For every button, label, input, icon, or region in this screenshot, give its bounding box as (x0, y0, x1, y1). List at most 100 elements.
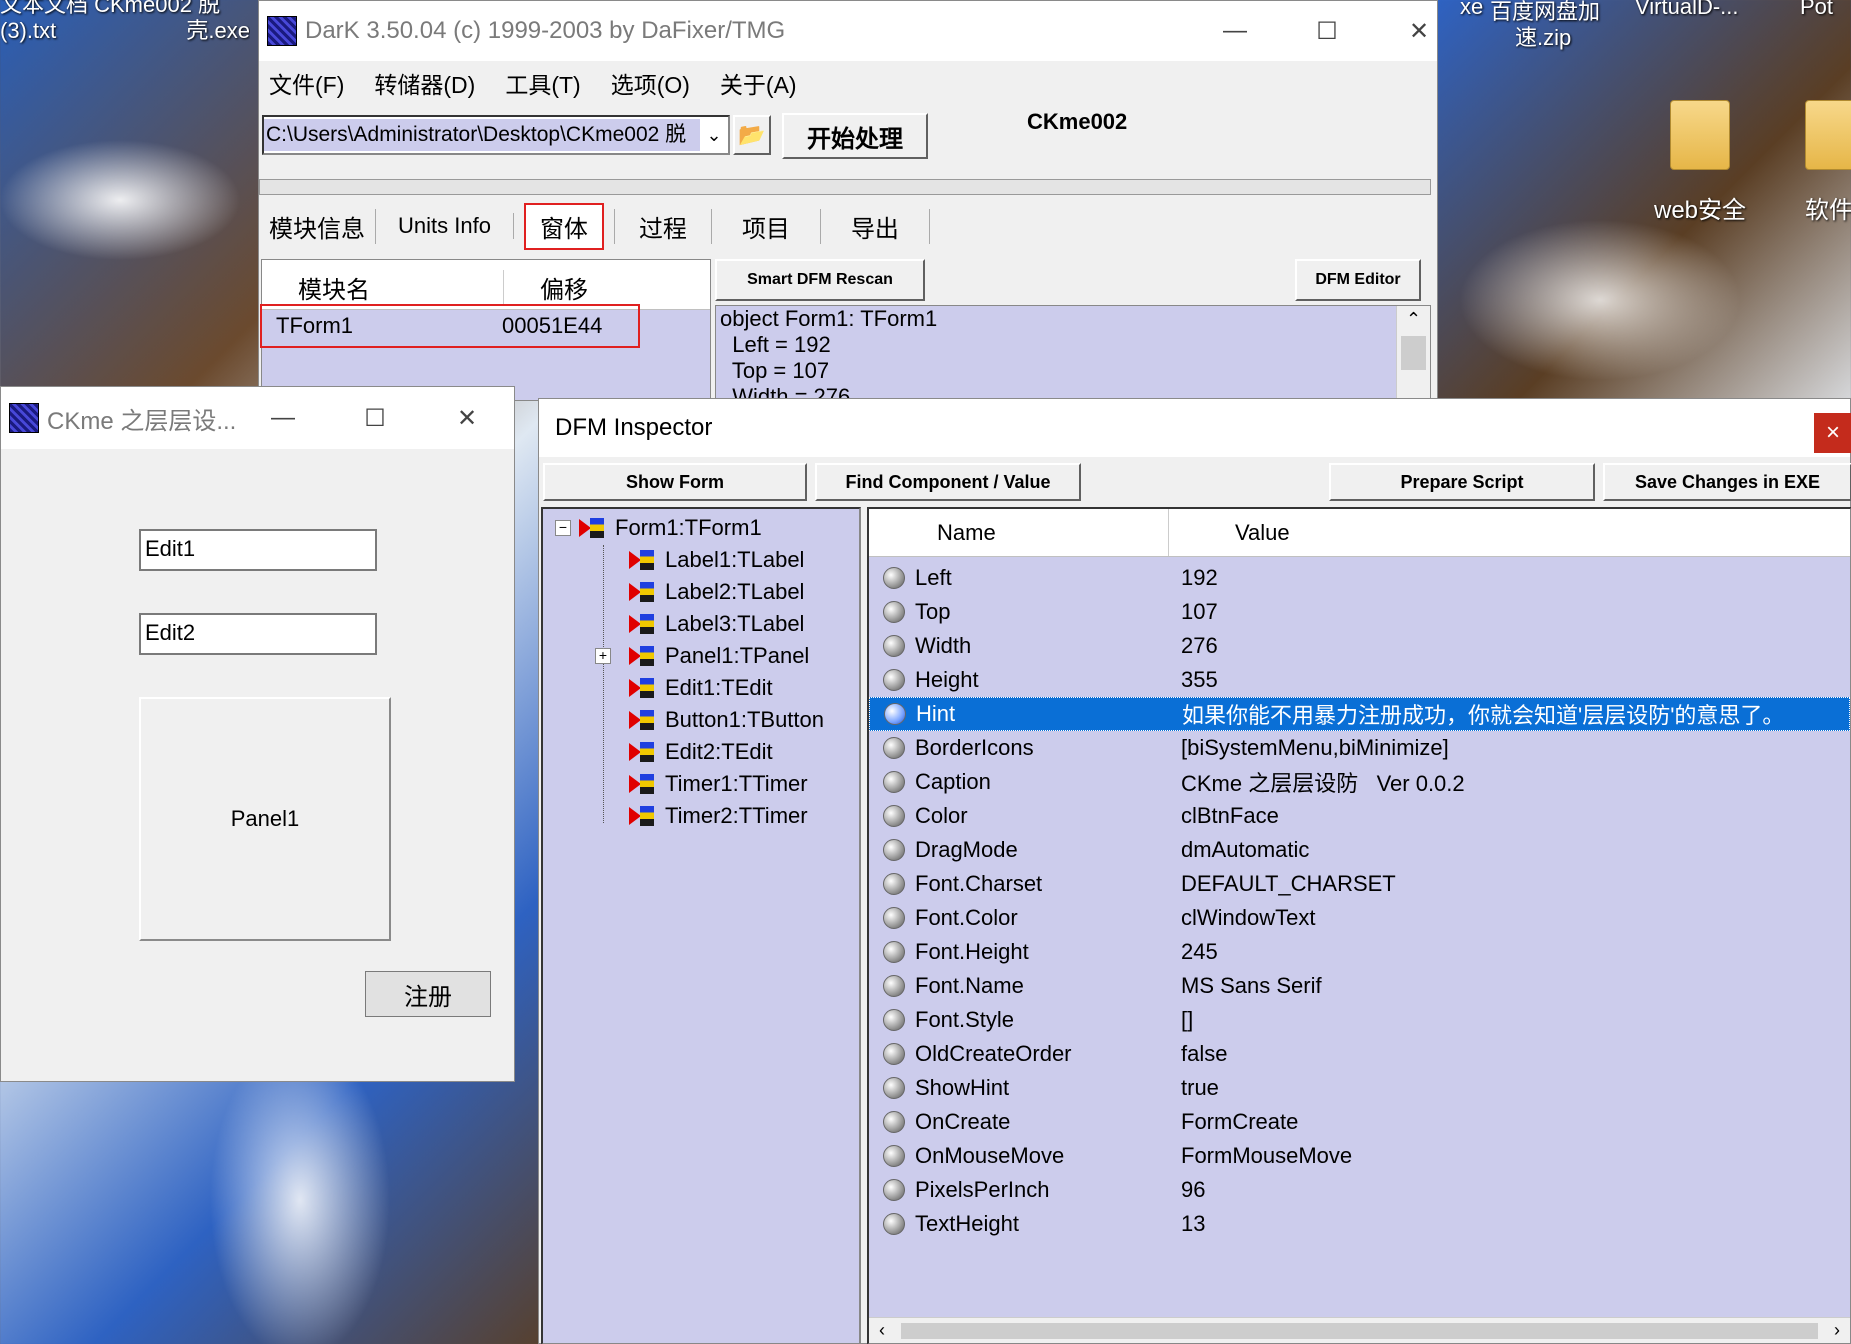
find-component-button[interactable]: Find Component / Value (815, 463, 1081, 501)
path-combobox[interactable]: C:\Users\Administrator\Desktop\CKme002 脱… (262, 115, 730, 155)
inspector-titlebar[interactable]: DFM Inspector × (539, 399, 1851, 457)
tree-item-label: Button1:TButton (665, 707, 824, 732)
dark-titlebar[interactable]: DarK 3.50.04 (c) 1999-2003 by DaFixer/TM… (259, 1, 1437, 61)
tree-item[interactable]: − Form1:TForm1 (555, 513, 762, 543)
property-row[interactable]: DragMode dmAutomatic (869, 833, 1850, 867)
open-folder-button[interactable]: 📂 (733, 115, 771, 155)
component-icon (629, 771, 655, 797)
menu-tools[interactable]: 工具(T) (505, 66, 580, 100)
tab-module-info[interactable]: 模块信息 (259, 208, 376, 244)
forms-table: 模块名 偏移 TForm1 00051E44 (260, 259, 711, 401)
property-row[interactable]: PixelsPerInch 96 (869, 1173, 1850, 1207)
maximize-icon[interactable]: ☐ (329, 387, 421, 449)
register-button[interactable]: 注册 (365, 971, 491, 1017)
start-process-button[interactable]: 开始处理 (782, 113, 928, 159)
property-icon (883, 1043, 905, 1065)
chevron-right-icon[interactable]: › (1824, 1320, 1850, 1341)
tree-item[interactable]: Timer1:TTimer (629, 769, 808, 799)
dfm-editor-button[interactable]: DFM Editor (1295, 259, 1421, 301)
close-icon[interactable]: ✕ (1373, 1, 1465, 61)
property-row[interactable]: Font.Style[] (869, 1003, 1850, 1037)
property-value: FormMouseMove (1181, 1143, 1353, 1168)
property-row[interactable]: ShowHint true (869, 1071, 1850, 1105)
header-value[interactable]: Value (1169, 520, 1290, 546)
menu-options[interactable]: 选项(O) (611, 66, 690, 100)
property-row[interactable]: Color clBtnFace (869, 799, 1850, 833)
tree-item-label: Timer1:TTimer (665, 771, 808, 796)
ckme-window: CKme 之层层设... — ☐ ✕ Edit1 Edit2 Panel1 注册 (0, 386, 515, 1082)
desktop-icon-software[interactable]: 软件 (1795, 100, 1851, 230)
tab-procedures[interactable]: 过程 (613, 208, 712, 244)
collapse-icon[interactable]: − (555, 520, 571, 536)
property-row[interactable]: Font.Charset DEFAULT_CHARSET (869, 867, 1850, 901)
property-value: 245 (1181, 939, 1218, 964)
property-row[interactable]: OnCreate FormCreate (869, 1105, 1850, 1139)
property-row[interactable]: Width 276 (869, 629, 1850, 663)
chevron-down-icon[interactable]: ⌄ (700, 125, 728, 146)
menu-about[interactable]: 关于(A) (720, 66, 797, 100)
tab-project[interactable]: 项目 (712, 208, 821, 244)
property-row[interactable]: OnMouseMove FormMouseMove (869, 1139, 1850, 1173)
menu-file[interactable]: 文件(F) (269, 66, 344, 100)
expand-icon[interactable]: + (595, 648, 611, 664)
chevron-up-icon[interactable]: ⌃ (1397, 306, 1430, 332)
header-module-name[interactable]: 模块名 (262, 270, 504, 305)
ckme-title: CKme 之层层设... (47, 407, 237, 435)
tab-forms[interactable]: 窗体 (523, 202, 604, 250)
chevron-left-icon[interactable]: ‹ (869, 1320, 895, 1341)
desktop-label-pot: Pot (1800, 0, 1834, 19)
dfm-scrollbar[interactable]: ⌃ (1396, 306, 1430, 400)
property-row[interactable]: OldCreateOrder false (869, 1037, 1850, 1071)
tree-item-label: Label1:TLabel (665, 547, 805, 572)
maximize-icon[interactable]: ☐ (1281, 1, 1373, 61)
ckme-titlebar[interactable]: CKme 之层层设... — ☐ ✕ (1, 387, 514, 449)
scrollbar-thumb[interactable] (1401, 336, 1426, 370)
property-row[interactable]: Height 355 (869, 663, 1850, 697)
property-row[interactable]: Top 107 (869, 595, 1850, 629)
property-value: MS Sans Serif (1181, 973, 1322, 998)
header-offset[interactable]: 偏移 (504, 270, 588, 305)
property-row[interactable]: Font.Height 245 (869, 935, 1850, 969)
edit1-input[interactable]: Edit1 (139, 529, 377, 571)
tree-item[interactable]: Label1:TLabel (629, 545, 804, 575)
property-icon (883, 669, 905, 691)
dfm-inspector-window: DFM Inspector × Show Form Find Component… (538, 398, 1851, 1344)
prepare-script-button[interactable]: Prepare Script (1329, 463, 1595, 501)
smart-dfm-rescan-button[interactable]: Smart DFM Rescan (715, 259, 925, 301)
desktop-icon-web[interactable]: web安全 (1640, 100, 1760, 230)
property-row[interactable]: BorderIcons [biSystemMenu,biMinimize] (869, 731, 1850, 765)
desktop-label-right[interactable]: xe 百度网盘加 速.zip VirtualD-... Pot (1440, 0, 1851, 50)
edit2-input[interactable]: Edit2 (139, 613, 377, 655)
desktop-label-txt[interactable]: 文本文档 CKme002 脱 (3).txt 壳.exe (0, 0, 250, 50)
property-row[interactable]: Font.Name MS Sans Serif (869, 969, 1850, 1003)
tree-item[interactable]: Edit1:TEdit (629, 673, 773, 703)
close-icon[interactable]: × (1814, 413, 1851, 453)
tree-item[interactable]: Timer2:TTimer (629, 801, 808, 831)
close-icon[interactable]: ✕ (421, 387, 513, 449)
tree-item[interactable]: Button1:TButton (629, 705, 824, 735)
tree-item[interactable]: Edit2:TEdit (629, 737, 773, 767)
tree-item[interactable]: Label2:TLabel (629, 577, 804, 607)
horizontal-scrollbar[interactable]: ‹ › (869, 1317, 1850, 1343)
table-row[interactable]: TForm1 00051E44 (260, 304, 640, 348)
show-form-button[interactable]: Show Form (543, 463, 807, 501)
tree-item[interactable]: Label3:TLabel (629, 609, 804, 639)
menu-dumper[interactable]: 转储器(D) (374, 66, 475, 100)
property-row-selected[interactable]: Hint 如果你能不用暴力注册成功，你就会知道'层层设防'的意思了。 (869, 697, 1850, 731)
property-icon (883, 737, 905, 759)
minimize-icon[interactable]: — (237, 387, 329, 449)
tab-exports[interactable]: 导出 (821, 208, 930, 244)
tree-item[interactable]: + Panel1:TPanel (595, 641, 809, 671)
tab-units-info[interactable]: Units Info (376, 213, 514, 239)
property-value: DEFAULT_CHARSET (1181, 871, 1396, 896)
property-icon (883, 839, 905, 861)
minimize-icon[interactable]: — (1189, 1, 1281, 61)
property-row[interactable]: TextHeight 13 (869, 1207, 1850, 1241)
dfm-text-view[interactable]: object Form1: TForm1 Left = 192 Top = 10… (715, 305, 1431, 401)
save-changes-button[interactable]: Save Changes in EXE (1603, 463, 1851, 501)
scrollbar-thumb[interactable] (901, 1322, 1818, 1339)
property-row[interactable]: Font.Color clWindowText (869, 901, 1850, 935)
property-row[interactable]: Left 192 (869, 561, 1850, 595)
header-name[interactable]: Name (869, 509, 1169, 556)
property-row[interactable]: Caption CKme 之层层设防 Ver 0.0.2 (869, 765, 1850, 799)
